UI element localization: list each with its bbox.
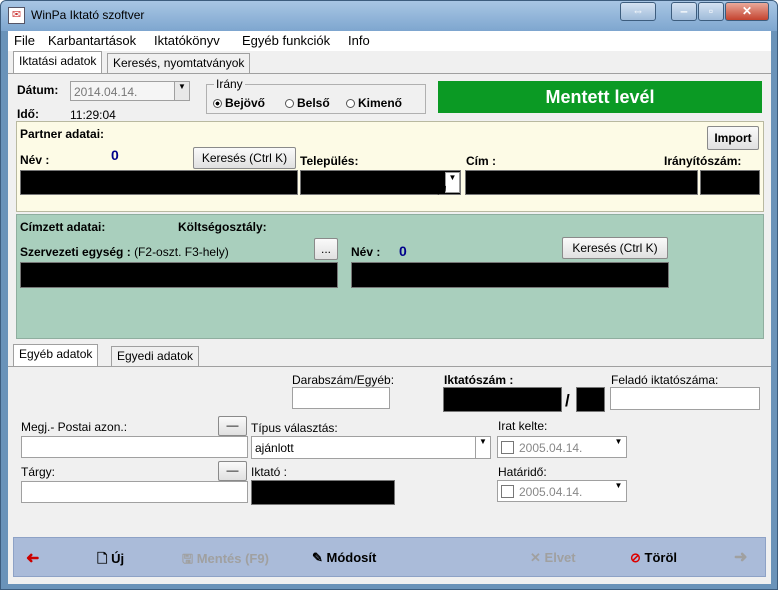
cimzett-panel: Címzett adatai: Költségosztály: Szerveze… [16,214,764,339]
ido-value: 11:29:04 [70,108,116,122]
szerv-ellipsis-button[interactable]: ... [314,238,338,260]
megj-dash-button[interactable]: — [218,416,247,436]
felado-label: Feladó iktatószáma: [611,373,719,387]
app-window: ✉ WinPa Iktató szoftver ⇔ ‒ ▫ ✕ File Kar… [0,0,778,590]
resize-arrows-button[interactable]: ⇔ [620,2,656,21]
megj-field[interactable] [21,436,248,458]
chevron-down-icon[interactable]: ▼ [174,82,189,100]
cim-label: Cím : [466,154,496,168]
telepules-label: Település: [300,154,359,168]
menu-egyeb-funkciok[interactable]: Egyéb funkciók [242,33,330,48]
partner-name-field[interactable] [20,170,298,195]
discard-icon: ✕ [530,550,541,565]
ido-label: Idő: [17,107,39,121]
radio-empty-icon [285,99,294,108]
delete-button[interactable]: ⊘ Töröl [630,550,677,566]
status-banner: Mentett levél [438,81,762,113]
datum-combo[interactable]: 2014.04.14. ▼ [70,81,190,101]
modify-button[interactable]: ✎ Módosít [312,550,376,566]
menu-file[interactable]: File [14,33,35,48]
hatarido-checkbox[interactable] [501,485,514,498]
darabszam-label: Darabszám/Egyéb: [292,373,395,387]
radio-kimeno[interactable]: Kimenő [346,96,402,110]
iktato-field[interactable] [251,480,395,505]
partner-search-button[interactable]: Keresés (Ctrl K) [193,147,296,169]
mouse-cursor-icon: ➚ [435,182,449,199]
radio-empty-icon [346,99,355,108]
radio-belso[interactable]: Belső [285,96,330,110]
bottom-tab-divider [8,366,771,367]
radio-bejovo[interactable]: Bejövő [213,96,265,110]
irat-kelte-checkbox[interactable] [501,441,514,454]
iktatoszam-year-field[interactable] [576,387,605,412]
tipus-combo[interactable]: ajánlott ▼ [251,436,491,459]
discard-button[interactable]: ✕ Elvet [530,550,576,566]
szerv-label: Szervezeti egység : (F2-oszt. F3-hely) [20,245,229,259]
darabszam-field[interactable] [292,387,390,409]
irat-kelte-picker[interactable]: 2005.04.14. ▼ [497,436,627,458]
hatarido-picker[interactable]: 2005.04.14. ▼ [497,480,627,502]
cimzett-nev-label: Név : [351,245,381,259]
targy-label: Tárgy: [21,465,56,479]
partner-nev-label: Név : [20,153,50,167]
tab-divider [8,73,771,74]
cimzett-search-button[interactable]: Keresés (Ctrl K) [562,237,668,259]
cimzett-count: 0 [399,243,407,259]
title-bar: ✉ WinPa Iktató szoftver ⇔ ‒ ▫ ✕ [1,1,777,31]
targy-dash-button[interactable]: — [218,461,247,481]
iranyitoszam-field[interactable] [700,170,760,195]
partner-count: 0 [111,147,119,163]
save-icon: 🖫 [182,551,194,566]
iktatoszam-label: Iktatószám : [444,373,514,387]
client-area: File Karbantartások Iktatókönyv Egyéb fu… [8,31,771,584]
radio-selected-icon [213,99,222,108]
import-button[interactable]: Import [707,126,759,150]
partner-section-title: Partner adatai: [20,127,105,141]
iktato-label: Iktató : [251,465,288,479]
targy-field[interactable] [21,481,248,503]
tab-kereses-nyomtatvanyok[interactable]: Keresés, nyomtatványok [107,53,251,73]
iktatoszam-separator: / [565,391,570,410]
datum-label: Dátum: [17,83,59,97]
tab-iktatasi-adatok[interactable]: Iktatási adatok [13,51,103,73]
app-icon: ✉ [8,7,25,24]
tipus-label: Típus választás: [251,421,338,435]
chevron-down-icon[interactable]: ▼ [611,481,626,501]
new-document-icon: 🗋 [97,551,108,566]
felado-field[interactable] [610,387,760,410]
save-button[interactable]: 🖫 Mentés (F9) [182,550,269,572]
menu-info[interactable]: Info [348,33,370,48]
chevron-down-icon[interactable]: ▼ [475,437,490,458]
maximize-button[interactable]: ▫ [698,2,724,21]
cimzett-section-title: Címzett adatai: [20,220,106,234]
irany-label: Irány [214,77,245,91]
delete-icon: ⊘ [630,550,641,565]
tab-egyeb-adatok[interactable]: Egyéb adatok [13,344,99,366]
cimzett-nev-field[interactable] [351,262,669,288]
irat-kelte-label: Irat kelte: [498,419,548,433]
edit-icon: ✎ [312,550,323,565]
window-title: WinPa Iktató szoftver [31,8,145,22]
arrow-left-icon[interactable]: ➜ [26,548,39,568]
tab-egyedi-adatok[interactable]: Egyedi adatok [111,346,200,366]
menu-iktatokonyv[interactable]: Iktatókönyv [154,33,220,48]
partner-panel: Partner adatai: Import Név : 0 Keresés (… [16,121,764,212]
koltseg-label: Költségosztály: [178,220,267,234]
menu-karbantartasok[interactable]: Karbantartások [48,33,136,48]
close-button[interactable]: ✕ [725,2,769,21]
szerv-field[interactable] [20,262,338,288]
cim-field[interactable] [465,170,698,195]
arrow-right-icon[interactable]: ➜ [734,547,747,567]
megj-label: Megj.- Postai azon.: [21,420,128,434]
menu-bar: File Karbantartások Iktatókönyv Egyéb fu… [8,31,771,51]
hatarido-label: Határidő: [498,465,547,479]
minimize-button[interactable]: ‒ [671,2,697,21]
new-button[interactable]: 🗋 Új [97,550,124,572]
chevron-down-icon[interactable]: ▼ [611,437,626,457]
bottom-toolbar: ➜ 🗋 Új 🖫 Mentés (F9) ✎ Módosít ✕ Elvet ⊘… [13,537,766,577]
iktatoszam-field[interactable] [443,387,562,412]
iranyitoszam-label: Irányítószám: [664,154,742,168]
